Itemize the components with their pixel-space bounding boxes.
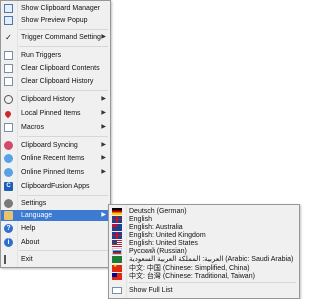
sync-icon xyxy=(4,141,13,150)
flag-saudi-arabia-icon xyxy=(112,256,122,263)
menu-item-label: Clear Clipboard History xyxy=(21,78,94,85)
menu-item-clear-clipboard-history[interactable]: Clear Clipboard History xyxy=(1,76,110,87)
menu-item-label: Show Clipboard Manager xyxy=(21,5,100,12)
menu-item-label: About xyxy=(21,239,40,246)
run-triggers-icon xyxy=(4,51,13,60)
language-label: 中文: 台灣 (Chinese: Traditional, Taiwan) xyxy=(129,273,255,280)
cloud-icon xyxy=(4,154,13,163)
language-item-chinese-traditional[interactable]: 中文: 台灣 (Chinese: Traditional, Taiwan) xyxy=(109,271,299,282)
menu-item-label: Clipboard History xyxy=(21,96,75,103)
submenu-arrow-icon: ▶ xyxy=(101,110,106,116)
menu-item-settings[interactable]: Settings xyxy=(1,198,110,209)
menu-item-online-pinned-items[interactable]: Online Pinned Items ▶ xyxy=(1,167,110,178)
info-icon: i xyxy=(4,238,13,247)
exit-icon xyxy=(4,255,13,264)
menu-item-clipboard-history[interactable]: Clipboard History ▶ xyxy=(1,94,110,105)
menu-item-label: Trigger Command Setting xyxy=(21,34,101,41)
menu-separator xyxy=(19,250,108,251)
menu-item-label: Local Pinned Items xyxy=(21,110,81,117)
clock-icon xyxy=(4,95,13,104)
menu-item-help[interactable]: ? Help xyxy=(1,223,110,234)
checkmark-icon: ✓ xyxy=(5,33,12,42)
macro-icon xyxy=(4,123,13,132)
language-submenu: Deutsch (German) English English: Austra… xyxy=(108,204,300,299)
language-icon xyxy=(4,211,13,220)
menu-item-macros[interactable]: Macros ▶ xyxy=(1,122,110,133)
menu-item-label: Clipboard Syncing xyxy=(21,142,78,149)
flag-taiwan-icon xyxy=(112,273,122,280)
menu-separator xyxy=(19,29,108,30)
menu-item-label: Language xyxy=(21,212,53,219)
cf-apps-icon: C xyxy=(4,182,13,191)
menu-item-trigger-command-setting[interactable]: ✓ Trigger Command Setting ▶ xyxy=(1,32,110,43)
submenu-arrow-icon: ▶ xyxy=(101,155,106,161)
menu-item-show-clipboard-manager[interactable]: Show Clipboard Manager xyxy=(1,3,110,14)
menu-separator xyxy=(129,282,296,283)
menu-item-label: Online Recent Items xyxy=(21,155,85,162)
menu-separator xyxy=(19,90,108,91)
menu-item-label: Help xyxy=(21,225,36,232)
menu-item-label: Exit xyxy=(21,256,33,263)
menu-item-label: Clear Clipboard Contents xyxy=(21,65,100,72)
cloud-pin-icon xyxy=(4,168,13,177)
submenu-arrow-icon: ▶ xyxy=(101,124,106,130)
menu-separator xyxy=(19,46,108,47)
menu-separator xyxy=(19,136,108,137)
full-list-icon xyxy=(112,287,122,294)
menu-item-label: Run Triggers xyxy=(21,52,62,59)
menu-item-show-preview-popup[interactable]: Show Preview Popup xyxy=(1,15,110,26)
menu-separator xyxy=(19,195,108,196)
submenu-arrow-icon: ▶ xyxy=(101,96,106,102)
gear-icon xyxy=(4,199,13,208)
menu-item-label: Macros xyxy=(21,124,44,131)
menu-item-clear-clipboard-contents[interactable]: Clear Clipboard Contents xyxy=(1,63,110,74)
menu-item-label: Settings xyxy=(21,200,47,207)
clear-contents-icon xyxy=(4,64,13,73)
menu-item-local-pinned-items[interactable]: Local Pinned Items ▶ xyxy=(1,108,110,119)
submenu-arrow-icon: ▶ xyxy=(101,212,106,218)
menu-item-exit[interactable]: Exit xyxy=(1,254,110,265)
menu-item-label: Online Pinned Items xyxy=(21,169,85,176)
menu-item-label: ClipboardFusion Apps xyxy=(21,183,90,190)
menu-item-clipboardfusion-apps[interactable]: C ClipboardFusion Apps xyxy=(1,181,110,192)
menu-item-about[interactable]: i About xyxy=(1,237,110,248)
submenu-arrow-icon: ▶ xyxy=(101,169,106,175)
menu-item-label: Show Preview Popup xyxy=(21,17,88,24)
submenu-arrow-icon: ▶ xyxy=(101,142,106,148)
menu-item-run-triggers[interactable]: Run Triggers xyxy=(1,50,110,61)
tray-context-menu: Show Clipboard Manager Show Preview Popu… xyxy=(0,0,111,268)
pin-icon xyxy=(3,109,13,119)
language-item-show-full-list[interactable]: Show Full List xyxy=(109,285,299,296)
clipboard-manager-icon xyxy=(4,4,13,13)
help-icon: ? xyxy=(4,224,13,233)
language-label: Show Full List xyxy=(129,287,173,294)
menu-item-language[interactable]: Language ▶ xyxy=(1,210,110,221)
preview-popup-icon xyxy=(4,16,13,25)
menu-item-online-recent-items[interactable]: Online Recent Items ▶ xyxy=(1,153,110,164)
submenu-arrow-icon: ▶ xyxy=(101,34,106,40)
clear-history-icon xyxy=(4,77,13,86)
menu-item-clipboard-syncing[interactable]: Clipboard Syncing ▶ xyxy=(1,140,110,151)
